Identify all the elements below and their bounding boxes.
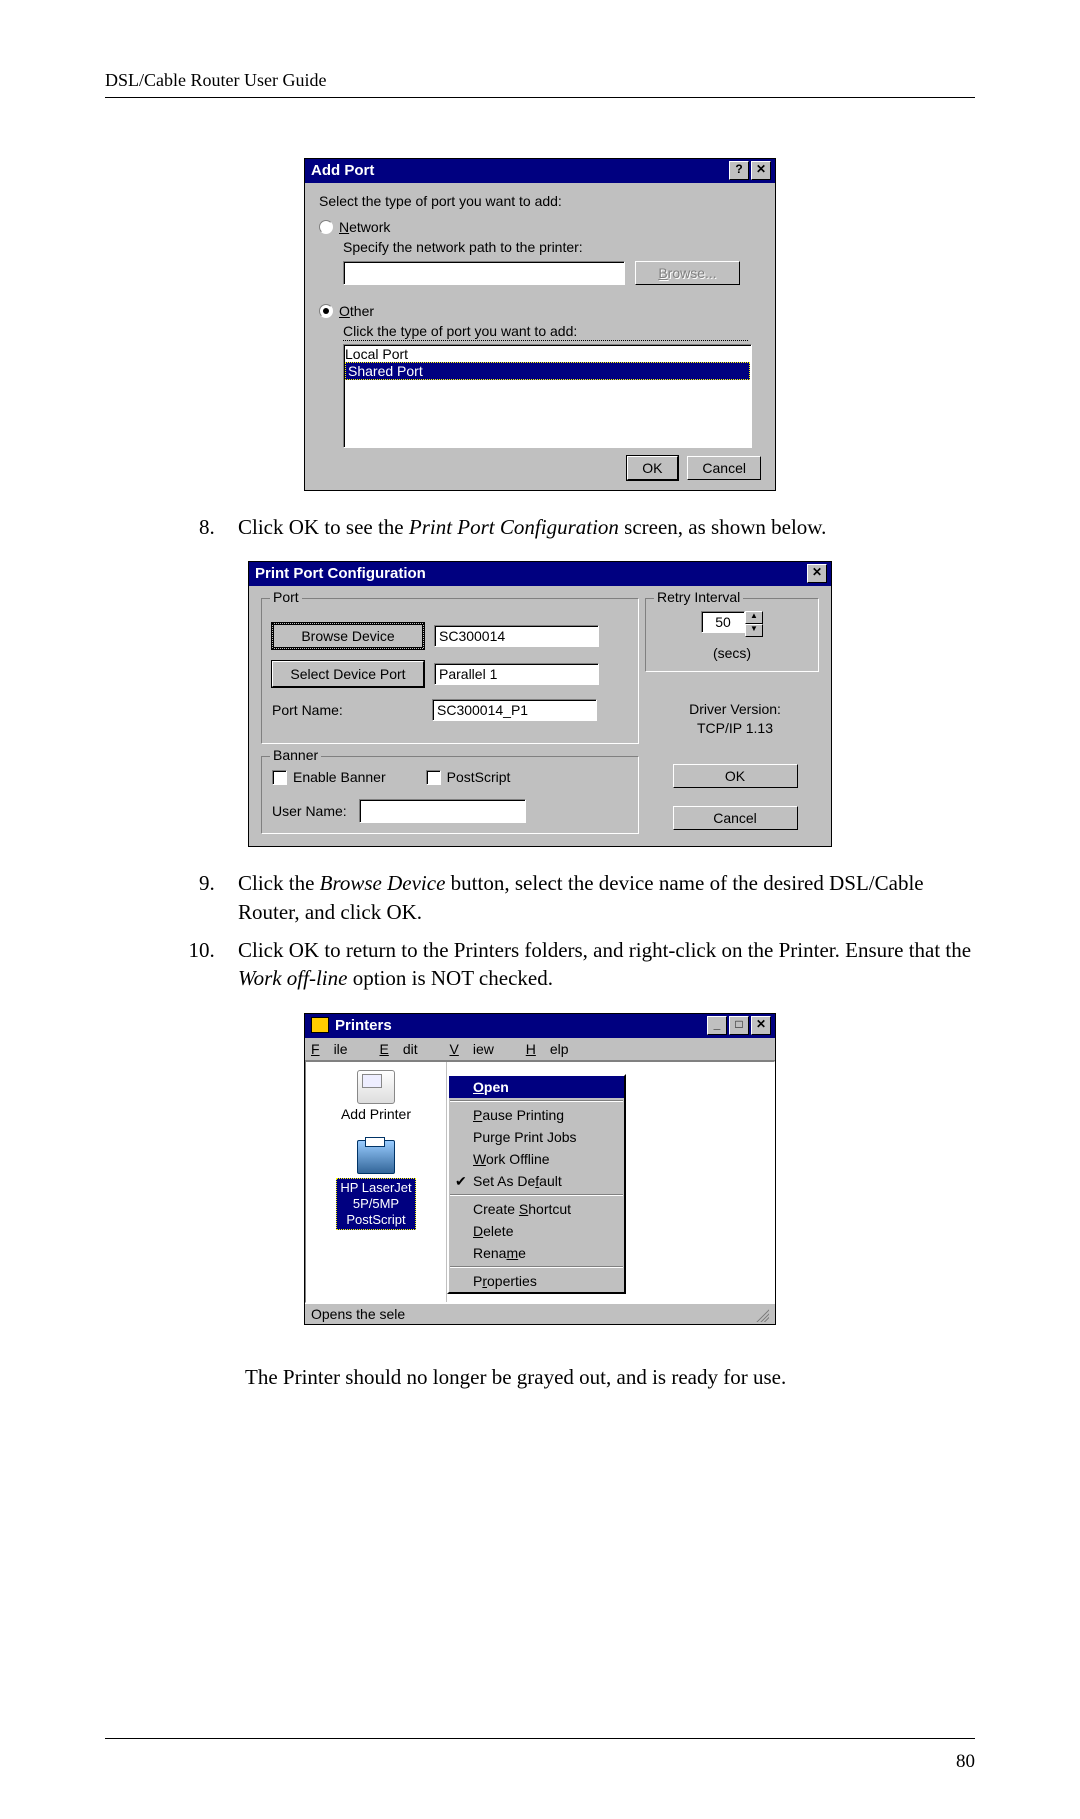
- printers-title: Printers: [335, 1017, 392, 1034]
- close-icon[interactable]: ✕: [751, 1016, 771, 1035]
- context-menu[interactable]: Open Pause Printing Purge Print Jobs Wor…: [447, 1074, 626, 1294]
- user-name-label: User Name:: [272, 803, 347, 819]
- add-port-dialog: Add Port ? ✕ Select the type of port you…: [304, 158, 776, 491]
- minimize-icon[interactable]: _: [707, 1016, 727, 1035]
- list-item-selected[interactable]: Shared Port: [345, 362, 750, 380]
- spin-down-icon[interactable]: ▼: [745, 624, 763, 637]
- list-item[interactable]: Local Port: [345, 346, 750, 362]
- selected-printer-label[interactable]: HP LaserJet 5P/5MP PostScript: [336, 1178, 415, 1231]
- add-port-title: Add Port: [311, 162, 729, 179]
- step-9: Click the Browse Device button, select t…: [220, 869, 975, 926]
- network-radio[interactable]: Network: [319, 219, 761, 235]
- retry-spinner[interactable]: 50 ▲ ▼: [701, 611, 763, 637]
- footer-rule: [105, 1738, 975, 1739]
- browse-button[interactable]: Browse...: [635, 261, 740, 285]
- menu-view[interactable]: View: [450, 1041, 508, 1057]
- page-number: 80: [956, 1751, 975, 1773]
- port-name-label: Port Name:: [272, 702, 422, 718]
- other-hint: Click the type of port you want to add:: [343, 323, 761, 339]
- menu-delete[interactable]: Delete: [449, 1220, 624, 1242]
- ok-button[interactable]: OK: [627, 456, 677, 480]
- ok-button[interactable]: OK: [673, 764, 798, 788]
- menu-pause-printing[interactable]: Pause Printing: [449, 1104, 624, 1126]
- device-port-input[interactable]: Parallel 1: [434, 663, 599, 685]
- cancel-button[interactable]: Cancel: [687, 456, 761, 480]
- retry-value-input[interactable]: 50: [701, 611, 745, 633]
- help-icon[interactable]: ?: [729, 161, 749, 180]
- resize-grip-icon[interactable]: [753, 1306, 769, 1322]
- other-radio[interactable]: Other: [319, 303, 761, 319]
- ppc-titlebar[interactable]: Print Port Configuration ✕: [249, 562, 831, 586]
- step-10: Click OK to return to the Printers folde…: [220, 936, 975, 993]
- menu-work-offline[interactable]: Work Offline: [449, 1148, 624, 1170]
- add-printer-label: Add Printer: [341, 1106, 411, 1122]
- maximize-icon[interactable]: □: [729, 1016, 749, 1035]
- browse-device-button[interactable]: Browse Device: [272, 623, 424, 649]
- close-icon[interactable]: ✕: [807, 564, 827, 583]
- closing-text: The Printer should no longer be grayed o…: [245, 1365, 975, 1390]
- network-path-input[interactable]: [343, 261, 625, 285]
- printers-menubar[interactable]: File Edit View Help: [305, 1038, 775, 1061]
- port-name-input[interactable]: SC300014_P1: [432, 699, 597, 721]
- menu-properties[interactable]: Properties: [449, 1270, 624, 1292]
- doc-header: DSL/Cable Router User Guide: [105, 70, 975, 91]
- checkbox-off-icon: [272, 770, 287, 785]
- device-input[interactable]: SC300014: [434, 625, 599, 647]
- network-hint: Specify the network path to the printer:: [343, 239, 761, 255]
- driver-version: Driver Version: TCP/IP 1.13: [645, 700, 825, 736]
- retry-units: (secs): [656, 645, 808, 661]
- close-icon[interactable]: ✕: [751, 161, 771, 180]
- enable-banner-checkbox[interactable]: Enable Banner: [272, 769, 386, 785]
- menu-purge-print-jobs[interactable]: Purge Print Jobs: [449, 1126, 624, 1148]
- port-type-listbox[interactable]: Local Port Shared Port: [343, 344, 752, 448]
- ppc-title: Print Port Configuration: [255, 565, 807, 582]
- menu-edit[interactable]: Edit: [379, 1041, 431, 1057]
- checkbox-off-icon: [426, 770, 441, 785]
- cancel-button[interactable]: Cancel: [673, 806, 798, 830]
- add-port-prompt: Select the type of port you want to add:: [319, 193, 761, 209]
- menu-help[interactable]: Help: [526, 1041, 583, 1057]
- spin-up-icon[interactable]: ▲: [745, 611, 763, 624]
- menu-open[interactable]: Open: [449, 1076, 624, 1098]
- menu-set-as-default[interactable]: Set As Default: [449, 1170, 624, 1192]
- printers-statusbar: Opens the sele: [305, 1303, 775, 1324]
- postscript-checkbox[interactable]: PostScript: [426, 769, 511, 785]
- print-port-config-dialog: Print Port Configuration ✕ Port Browse D…: [248, 561, 832, 847]
- printer-icon[interactable]: [357, 1140, 395, 1174]
- header-rule: [105, 97, 975, 98]
- user-name-input[interactable]: [359, 799, 526, 823]
- menu-file[interactable]: File: [311, 1041, 362, 1057]
- retry-interval-group: Retry Interval 50 ▲ ▼ (secs): [645, 598, 819, 672]
- select-device-port-button[interactable]: Select Device Port: [272, 661, 424, 687]
- printers-folder-icon: [311, 1017, 329, 1033]
- radio-off-icon: [319, 220, 333, 234]
- printers-window: Printers _ □ ✕ File Edit View Help Add P…: [304, 1013, 776, 1325]
- port-group: Port Browse Device SC300014 Select Devic…: [261, 598, 639, 744]
- banner-group: Banner Enable Banner PostScript User Nam…: [261, 756, 639, 834]
- add-printer-icon[interactable]: [357, 1070, 395, 1104]
- step-8: Click OK to see the Print Port Configura…: [220, 513, 975, 541]
- radio-on-icon: [319, 304, 333, 318]
- menu-create-shortcut[interactable]: Create Shortcut: [449, 1198, 624, 1220]
- printers-titlebar[interactable]: Printers _ □ ✕: [305, 1014, 775, 1038]
- menu-rename[interactable]: Rename: [449, 1242, 624, 1264]
- add-port-titlebar[interactable]: Add Port ? ✕: [305, 159, 775, 183]
